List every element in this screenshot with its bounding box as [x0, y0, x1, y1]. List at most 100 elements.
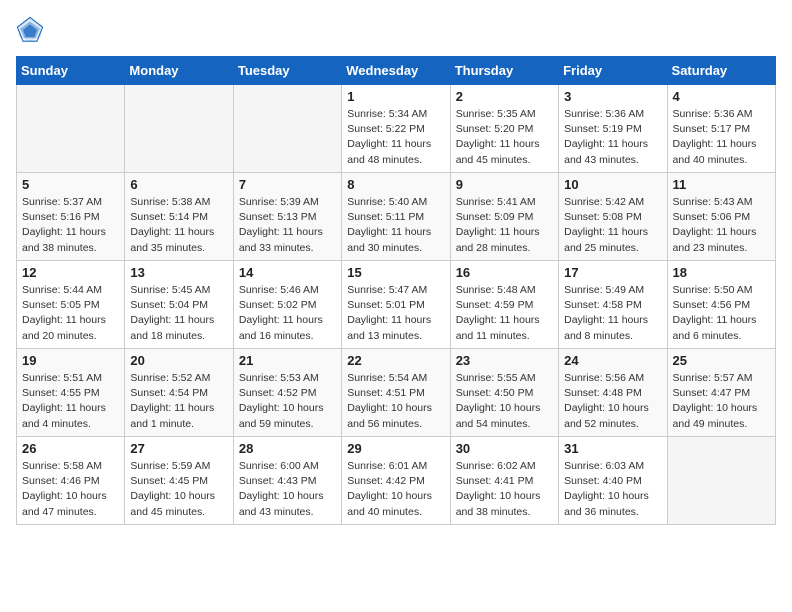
cell-text: Sunrise: 5:48 AMSunset: 4:59 PMDaylight:… — [456, 283, 553, 344]
calendar-cell — [667, 437, 775, 525]
day-number: 19 — [22, 353, 119, 368]
cell-text: Sunrise: 5:49 AMSunset: 4:58 PMDaylight:… — [564, 283, 661, 344]
day-number: 18 — [673, 265, 770, 280]
cell-text: Sunrise: 6:01 AMSunset: 4:42 PMDaylight:… — [347, 459, 444, 520]
day-number: 24 — [564, 353, 661, 368]
cell-text: Sunrise: 5:40 AMSunset: 5:11 PMDaylight:… — [347, 195, 444, 256]
cell-text: Sunrise: 5:54 AMSunset: 4:51 PMDaylight:… — [347, 371, 444, 432]
cell-text: Sunrise: 5:56 AMSunset: 4:48 PMDaylight:… — [564, 371, 661, 432]
calendar-cell: 15 Sunrise: 5:47 AMSunset: 5:01 PMDayligh… — [342, 261, 450, 349]
calendar-cell: 26Sunrise: 5:58 AMSunset: 4:46 PMDayligh… — [17, 437, 125, 525]
cell-text: Sunrise: 6:02 AMSunset: 4:41 PMDaylight:… — [456, 459, 553, 520]
col-header-monday: Monday — [125, 57, 233, 85]
cell-text: Sunrise: 5:46 AMSunset: 5:02 PMDaylight:… — [239, 283, 336, 344]
day-number: 11 — [673, 177, 770, 192]
calendar-cell: 1 Sunrise: 5:34 AMSunset: 5:22 PMDaylight… — [342, 85, 450, 173]
cell-text: Sunrise: 5:52 AMSunset: 4:54 PMDaylight:… — [130, 371, 227, 432]
calendar-cell: 10Sunrise: 5:42 AMSunset: 5:08 PMDayligh… — [559, 173, 667, 261]
col-header-saturday: Saturday — [667, 57, 775, 85]
calendar-cell: 2 Sunrise: 5:35 AMSunset: 5:20 PMDaylight… — [450, 85, 558, 173]
day-number: 28 — [239, 441, 336, 456]
calendar-cell: 27 Sunrise: 5:59 AMSunset: 4:45 PMDayligh… — [125, 437, 233, 525]
calendar-cell — [125, 85, 233, 173]
calendar-cell: 23 Sunrise: 5:55 AMSunset: 4:50 PMDayligh… — [450, 349, 558, 437]
calendar-cell: 22 Sunrise: 5:54 AMSunset: 4:51 PMDayligh… — [342, 349, 450, 437]
day-number: 7 — [239, 177, 336, 192]
day-number: 23 — [456, 353, 553, 368]
cell-text: Sunrise: 5:44 AMSunset: 5:05 PMDaylight:… — [22, 283, 119, 344]
cell-text: Sunrise: 5:35 AMSunset: 5:20 PMDaylight:… — [456, 107, 553, 168]
calendar-table: SundayMondayTuesdayWednesdayThursdayFrid… — [16, 56, 776, 525]
calendar-cell: 25Sunrise: 5:57 AMSunset: 4:47 PMDayligh… — [667, 349, 775, 437]
logo — [16, 16, 48, 44]
cell-text: Sunrise: 5:55 AMSunset: 4:50 PMDaylight:… — [456, 371, 553, 432]
header-row: SundayMondayTuesdayWednesdayThursdayFrid… — [17, 57, 776, 85]
day-number: 29 — [347, 441, 444, 456]
cell-text: Sunrise: 5:53 AMSunset: 4:52 PMDaylight:… — [239, 371, 336, 432]
calendar-cell: 3 Sunrise: 5:36 AMSunset: 5:19 PMDaylight… — [559, 85, 667, 173]
day-number: 15 — [347, 265, 444, 280]
day-number: 4 — [673, 89, 770, 104]
calendar-cell: 11 Sunrise: 5:43 AMSunset: 5:06 PMDayligh… — [667, 173, 775, 261]
col-header-tuesday: Tuesday — [233, 57, 341, 85]
calendar-cell: 14Sunrise: 5:46 AMSunset: 5:02 PMDayligh… — [233, 261, 341, 349]
calendar-cell: 6Sunrise: 5:38 AMSunset: 5:14 PMDaylight… — [125, 173, 233, 261]
calendar-cell: 24 Sunrise: 5:56 AMSunset: 4:48 PMDayligh… — [559, 349, 667, 437]
calendar-cell: 28 Sunrise: 6:00 AMSunset: 4:43 PMDayligh… — [233, 437, 341, 525]
week-row-4: 19Sunrise: 5:51 AMSunset: 4:55 PMDayligh… — [17, 349, 776, 437]
col-header-thursday: Thursday — [450, 57, 558, 85]
calendar-cell: 18 Sunrise: 5:50 AMSunset: 4:56 PMDayligh… — [667, 261, 775, 349]
day-number: 9 — [456, 177, 553, 192]
day-number: 22 — [347, 353, 444, 368]
calendar-cell: 4 Sunrise: 5:36 AMSunset: 5:17 PMDaylight… — [667, 85, 775, 173]
cell-text: Sunrise: 5:39 AMSunset: 5:13 PMDaylight:… — [239, 195, 336, 256]
cell-text: Sunrise: 5:57 AMSunset: 4:47 PMDaylight:… — [673, 371, 770, 432]
calendar-cell: 13 Sunrise: 5:45 AMSunset: 5:04 PMDayligh… — [125, 261, 233, 349]
day-number: 17 — [564, 265, 661, 280]
day-number: 8 — [347, 177, 444, 192]
calendar-cell: 20 Sunrise: 5:52 AMSunset: 4:54 PMDayligh… — [125, 349, 233, 437]
day-number: 1 — [347, 89, 444, 104]
cell-text: Sunrise: 5:47 AMSunset: 5:01 PMDaylight:… — [347, 283, 444, 344]
day-number: 21 — [239, 353, 336, 368]
day-number: 5 — [22, 177, 119, 192]
cell-text: Sunrise: 5:59 AMSunset: 4:45 PMDaylight:… — [130, 459, 227, 520]
day-number: 13 — [130, 265, 227, 280]
week-row-3: 12 Sunrise: 5:44 AMSunset: 5:05 PMDayligh… — [17, 261, 776, 349]
calendar-cell: 31 Sunrise: 6:03 AMSunset: 4:40 PMDayligh… — [559, 437, 667, 525]
day-number: 3 — [564, 89, 661, 104]
cell-text: Sunrise: 5:34 AMSunset: 5:22 PMDaylight:… — [347, 107, 444, 168]
cell-text: Sunrise: 6:03 AMSunset: 4:40 PMDaylight:… — [564, 459, 661, 520]
cell-text: Sunrise: 5:50 AMSunset: 4:56 PMDaylight:… — [673, 283, 770, 344]
week-row-1: 1 Sunrise: 5:34 AMSunset: 5:22 PMDaylight… — [17, 85, 776, 173]
calendar-cell: 16Sunrise: 5:48 AMSunset: 4:59 PMDayligh… — [450, 261, 558, 349]
calendar-cell: 17 Sunrise: 5:49 AMSunset: 4:58 PMDayligh… — [559, 261, 667, 349]
calendar-cell: 29 Sunrise: 6:01 AMSunset: 4:42 PMDayligh… — [342, 437, 450, 525]
day-number: 20 — [130, 353, 227, 368]
cell-text: Sunrise: 5:38 AMSunset: 5:14 PMDaylight:… — [130, 195, 227, 256]
calendar-cell — [233, 85, 341, 173]
calendar-cell: 7 Sunrise: 5:39 AMSunset: 5:13 PMDaylight… — [233, 173, 341, 261]
col-header-friday: Friday — [559, 57, 667, 85]
cell-text: Sunrise: 5:45 AMSunset: 5:04 PMDaylight:… — [130, 283, 227, 344]
col-header-wednesday: Wednesday — [342, 57, 450, 85]
col-header-sunday: Sunday — [17, 57, 125, 85]
cell-text: Sunrise: 5:43 AMSunset: 5:06 PMDaylight:… — [673, 195, 770, 256]
cell-text: Sunrise: 6:00 AMSunset: 4:43 PMDaylight:… — [239, 459, 336, 520]
day-number: 2 — [456, 89, 553, 104]
day-number: 12 — [22, 265, 119, 280]
day-number: 30 — [456, 441, 553, 456]
day-number: 31 — [564, 441, 661, 456]
calendar-cell: 21 Sunrise: 5:53 AMSunset: 4:52 PMDayligh… — [233, 349, 341, 437]
cell-text: Sunrise: 5:36 AMSunset: 5:19 PMDaylight:… — [564, 107, 661, 168]
calendar-cell: 8 Sunrise: 5:40 AMSunset: 5:11 PMDaylight… — [342, 173, 450, 261]
page-header — [16, 16, 776, 44]
cell-text: Sunrise: 5:36 AMSunset: 5:17 PMDaylight:… — [673, 107, 770, 168]
calendar-cell — [17, 85, 125, 173]
calendar-cell: 30 Sunrise: 6:02 AMSunset: 4:41 PMDayligh… — [450, 437, 558, 525]
cell-text: Sunrise: 5:41 AMSunset: 5:09 PMDaylight:… — [456, 195, 553, 256]
week-row-2: 5Sunrise: 5:37 AMSunset: 5:16 PMDaylight… — [17, 173, 776, 261]
cell-text: Sunrise: 5:58 AMSunset: 4:46 PMDaylight:… — [22, 459, 119, 520]
day-number: 27 — [130, 441, 227, 456]
calendar-cell: 9 Sunrise: 5:41 AMSunset: 5:09 PMDaylight… — [450, 173, 558, 261]
